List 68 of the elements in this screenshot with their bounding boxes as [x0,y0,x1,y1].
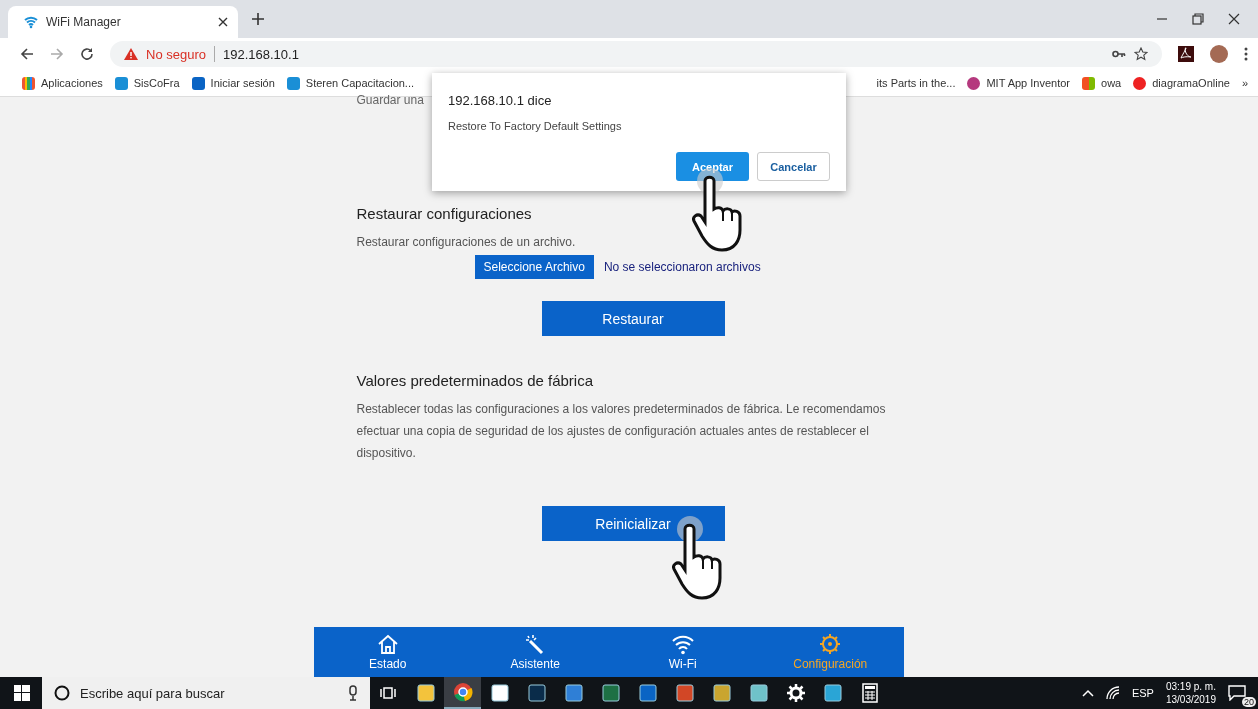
app-icon [712,684,731,702]
avatar-icon[interactable] [1210,45,1228,63]
circle-icon [54,685,70,701]
app-icon [675,684,694,702]
app-icon [527,684,546,702]
app-icon [749,684,768,702]
bookmark-link[interactable]: MIT App Inventor [967,76,1071,90]
windows-logo-icon[interactable] [14,685,30,701]
app-icon [601,684,620,702]
dialog-message: Restore To Factory Default Settings [448,120,623,132]
app-icon [490,684,509,702]
browser-icon [452,682,473,702]
nav-tab[interactable]: Asistente [461,627,609,677]
microphone-icon[interactable] [348,685,358,701]
bookmark-link[interactable]: its Parts in the... [876,77,956,89]
nav-tab[interactable]: Estado [314,627,462,677]
task-view-icon [379,685,398,701]
section-heading: Restaurar configuraciones [356,205,533,222]
new-tab-icon[interactable] [252,13,264,25]
gear-icon [819,633,842,655]
reload-icon[interactable] [80,47,94,61]
chevron-up-icon[interactable] [1081,689,1094,697]
search-box[interactable]: Escribe aquí para buscar [42,677,370,709]
chat-bubble-icon [1228,685,1246,701]
bookmark-link[interactable]: Aplicaciones [22,76,103,90]
nav-tab[interactable]: Wi-Fi [609,627,757,677]
app-icon [823,684,842,702]
wifi-icon [670,633,695,655]
bookmark-link[interactable]: diagramaOnline [1133,76,1230,90]
section-description: Restablecer todas las configuraciones a los valores predeterminados de fábrica. Le recomendamos efectuar una copia de seguridad de los ajustes de configuración actuales antes de restablecer el dispositivo. [356,401,887,462]
gear-icon [786,684,805,702]
network-icon[interactable] [1105,686,1120,700]
app-icon [416,684,435,702]
warning-icon [124,48,138,60]
section-description: Guardar una [356,93,424,107]
close-icon[interactable] [1228,13,1240,25]
taskbar-app[interactable] [444,677,481,709]
notification-count: 20 [1242,697,1256,707]
bookmark-link[interactable]: Iniciar sesión [191,76,275,90]
app-icon [564,684,583,702]
address-bar[interactable]: No seguro 192.168.10.1 [110,41,1162,67]
pdf-icon[interactable] [1178,46,1194,62]
star-icon[interactable] [1134,47,1148,61]
app-icon [638,684,657,702]
house-icon [376,633,399,655]
clock[interactable]: 03:19 p. m. 13/03/2019 [1165,680,1216,706]
reset-button[interactable]: Reinicializar [541,506,725,541]
wifi-icon [24,15,38,29]
bookmark-link[interactable]: owa [1082,76,1122,90]
section-heading: Valores predeterminados de fábrica [356,372,595,389]
browser-tab[interactable]: WiFi Manager [8,6,238,38]
more-bookmarks-button[interactable]: » [1241,77,1248,89]
search-field[interactable]: Escribe aquí para buscar [78,684,340,702]
language-indicator[interactable]: ESP [1131,687,1154,699]
bookmark-link[interactable]: Steren Capacitacion... [286,76,415,90]
close-icon[interactable] [218,17,228,27]
cancel-button[interactable]: Cancelar [757,152,830,181]
menu-icon[interactable] [1244,47,1248,61]
restore-icon[interactable] [1192,13,1204,25]
back-icon[interactable] [20,47,34,61]
key-icon[interactable] [1112,49,1126,59]
restore-button[interactable]: Restaurar [541,301,725,336]
bookmark-link[interactable]: SisCoFra [114,76,180,90]
section-description: Restaurar configuraciones de un archivo. [356,234,577,251]
choose-file-button[interactable]: Seleccione Archivo [474,255,594,279]
dialog-title: 192.168.10.1 dice [448,93,553,108]
calculator-icon [861,683,878,703]
file-status-text: No se seleccionaron archivos [603,260,761,274]
